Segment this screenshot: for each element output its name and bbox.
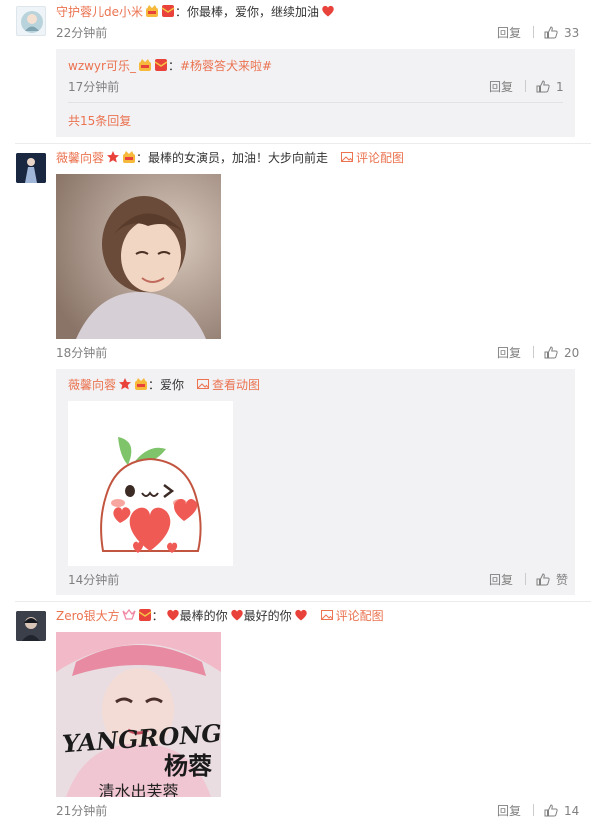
comment-colon: ： [151,609,164,623]
reply-time: 14分钟前 [68,573,120,587]
vip-crown-icon [122,150,136,164]
divider [68,102,563,103]
divider [533,26,535,38]
like-count: 20 [564,346,580,360]
reply-actions: 回复 赞 [489,573,568,587]
red-envelope-icon [154,58,168,72]
reply-button[interactable]: 回复 [497,804,521,818]
vip-crown-icon [134,377,148,391]
topic-link[interactable]: #杨蓉答犬来啦# [180,59,272,73]
divider [525,80,527,92]
avatar[interactable] [16,6,46,36]
star-icon [118,377,132,391]
divider [15,601,591,602]
reply-line: 薇馨向蓉 ：爱你 查看动图 [68,376,260,394]
like-count: 14 [564,804,580,818]
like-button[interactable]: 33 [544,26,579,40]
like-button[interactable]: 14 [544,804,579,818]
comment-text: ：你最棒，爱你，继续加油 [175,5,320,19]
comment-feed: 守护蓉儿de小米 ：你最棒，爱你，继续加油 22分钟前 回复 33 wzwyr可乐_… [0,0,591,823]
comment-time: 21分钟前 [56,804,108,818]
comment-text: 最好的你 [243,609,292,623]
reply-colon: ： [167,59,180,73]
like-button[interactable]: 赞 [536,573,568,587]
image-icon [196,377,210,391]
star-icon [106,150,120,164]
heart-icon [230,608,244,622]
image-icon [340,150,354,164]
reply-time: 17分钟前 [68,80,120,94]
comment-photo[interactable]: YANGRONG 杨蓉 清水出芙蓉 [56,632,221,797]
thumb-up-icon [544,346,558,359]
username-link[interactable]: Zero银大方 [56,609,120,623]
image-overlay-text: 杨蓉 [164,752,212,780]
like-button[interactable]: 20 [544,346,579,360]
comment-line: 薇馨向蓉 ：最棒的女演员，加油！大步向前走 评论配图 [56,149,404,167]
more-replies-link[interactable]: 共15条回复 [68,114,131,128]
thumb-up-icon [536,573,550,586]
view-image-label: 评论配图 [335,609,384,623]
comment-time: 22分钟前 [56,26,108,40]
comment-line: 守护蓉儿de小米 ：你最棒，爱你，继续加油 [56,3,335,21]
vip-crown-icon [122,608,136,622]
thumb-up-icon [536,80,550,93]
username-link[interactable]: wzwyr可乐_ [68,59,136,73]
image-caption: 清水出芙蓉 [98,782,179,797]
heart-icon [321,4,335,18]
avatar[interactable] [16,153,46,183]
avatar[interactable] [16,611,46,641]
divider [525,573,527,585]
comment-time: 18分钟前 [56,346,108,360]
comment-actions: 回复 33 [497,26,579,40]
comment-text: 最棒的你 [179,609,228,623]
like-count: 33 [564,26,580,40]
reply-text: ：爱你 [148,378,185,392]
comment-actions: 回复 14 [497,804,579,818]
heart-icon [294,608,308,622]
comment-line: Zero银大方 ： 最棒的你 最好的你 评论配图 [56,607,384,625]
image-icon [320,608,334,622]
divider [533,804,535,816]
view-gif-label: 查看动图 [212,378,261,392]
username-link[interactable]: 守护蓉儿de小米 [56,5,143,19]
reply-button[interactable]: 回复 [497,346,521,360]
comment-photo[interactable] [56,174,221,339]
thumb-up-icon [544,26,558,39]
divider [15,143,591,144]
like-count: 1 [556,80,564,94]
view-image-link[interactable]: 评论配图 [318,609,384,623]
divider [533,346,535,358]
reply-button[interactable]: 回复 [489,573,513,587]
vip-crown-icon [138,58,152,72]
view-image-label: 评论配图 [356,151,405,165]
like-button[interactable]: 1 [536,80,564,94]
red-envelope-icon [161,4,175,18]
heart-icon [166,608,180,622]
reply-button[interactable]: 回复 [489,80,513,94]
reply-sticker[interactable] [68,401,233,566]
username-link[interactable]: 薇馨向蓉 [56,151,104,165]
reply-line: wzwyr可乐_ ：#杨蓉答犬来啦# [68,57,272,75]
comment-text: ：最棒的女演员，加油！大步向前走 [136,151,329,165]
like-label: 赞 [556,573,569,587]
reply-button[interactable]: 回复 [497,26,521,40]
comment-actions: 回复 20 [497,346,579,360]
red-envelope-icon [138,608,152,622]
view-gif-link[interactable]: 查看动图 [194,378,260,392]
username-link[interactable]: 薇馨向蓉 [68,378,116,392]
vip-crown-icon [145,4,159,18]
view-image-link[interactable]: 评论配图 [338,151,404,165]
reply-actions: 回复 1 [489,80,564,94]
thumb-up-icon [544,804,558,817]
